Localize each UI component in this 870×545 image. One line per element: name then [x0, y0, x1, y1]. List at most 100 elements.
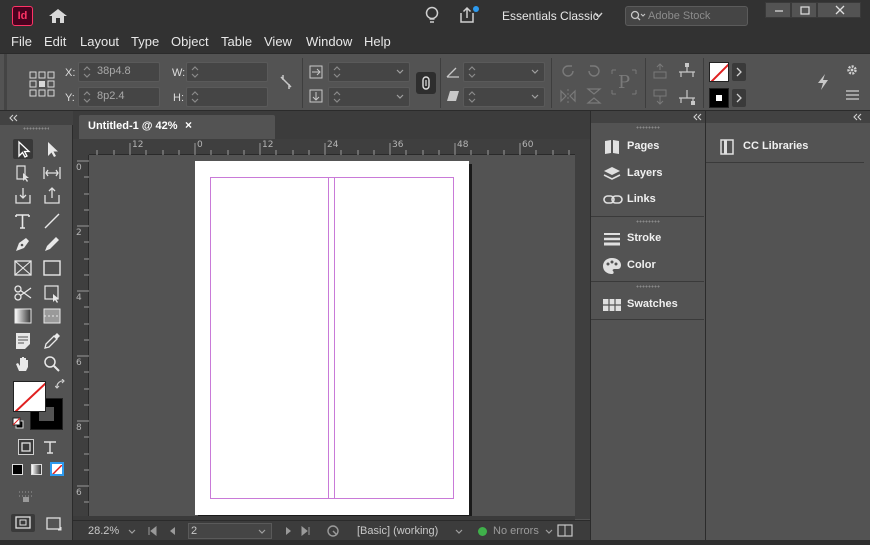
previous-page-icon[interactable]: [168, 526, 178, 536]
select-next-object-icon[interactable]: [677, 88, 697, 106]
ruler-origin[interactable]: [73, 139, 89, 155]
scale-x-percent-dropdown[interactable]: [328, 62, 410, 82]
select-previous-object-icon[interactable]: [677, 62, 697, 80]
free-transform-tool[interactable]: [42, 283, 62, 303]
control-panel-grip[interactable]: [4, 54, 7, 110]
split-layout-icon[interactable]: [557, 524, 573, 537]
rectangle-tool[interactable]: [42, 258, 62, 278]
chevron-down-icon[interactable]: [396, 94, 404, 99]
apply-none-button[interactable]: [50, 462, 64, 476]
chevron-down-icon[interactable]: [531, 94, 539, 99]
h-field[interactable]: [186, 87, 268, 107]
chevron-down-icon[interactable]: [396, 69, 404, 74]
horizontal-ruler[interactable]: 12 0 12 24 36 48 60: [73, 139, 575, 155]
type-tool[interactable]: [13, 211, 33, 231]
fill-color-swatch[interactable]: [13, 381, 46, 412]
zoom-level[interactable]: 28.2%: [88, 525, 119, 537]
collapse-panel-icon[interactable]: [852, 113, 862, 121]
menu-file[interactable]: File: [11, 34, 32, 49]
vertical-ruler[interactable]: 0 2 4 6 8 6: [73, 155, 89, 519]
stroke-swatch[interactable]: [709, 88, 729, 108]
stepper-icon[interactable]: [82, 65, 92, 79]
maximize-button[interactable]: [791, 2, 817, 18]
line-tool[interactable]: [42, 211, 62, 231]
gap-tool[interactable]: [42, 163, 62, 183]
panel-dock-header[interactable]: [591, 111, 705, 123]
panel-grip[interactable]: [636, 285, 660, 288]
open-in-bridge-icon[interactable]: [326, 524, 340, 538]
style-status[interactable]: [Basic] (working): [357, 525, 438, 537]
panel-grip[interactable]: [636, 220, 660, 223]
swap-fill-stroke-icon[interactable]: [55, 379, 67, 391]
apply-gradient-button[interactable]: [31, 464, 42, 475]
chevron-down-icon[interactable]: [455, 529, 463, 534]
panel-item-layers[interactable]: Layers: [591, 161, 704, 187]
view-mode-extras-icon[interactable]: [18, 489, 34, 503]
formatting-container-button[interactable]: [18, 439, 34, 455]
menu-edit[interactable]: Edit: [44, 34, 66, 49]
chevron-down-icon[interactable]: [258, 529, 266, 534]
stroke-swatch-dropdown[interactable]: [732, 89, 746, 107]
collapse-panel-icon[interactable]: [8, 114, 18, 122]
x-field[interactable]: 38p4.8: [78, 62, 160, 82]
quick-apply-icon[interactable]: [816, 73, 830, 91]
formatting-text-icon[interactable]: [42, 439, 58, 455]
stepper-icon[interactable]: [332, 65, 342, 79]
close-tab-button[interactable]: ×: [185, 118, 192, 132]
panel-item-color[interactable]: Color: [591, 253, 704, 279]
workspace-switcher[interactable]: Essentials Classic: [502, 9, 599, 23]
scissors-tool[interactable]: [13, 283, 33, 303]
menu-table[interactable]: Table: [221, 34, 252, 49]
apply-color-button[interactable]: [12, 464, 23, 475]
rotation-angle-dropdown[interactable]: [463, 62, 545, 82]
close-window-button[interactable]: [817, 2, 861, 18]
menu-window[interactable]: Window: [306, 34, 352, 49]
stepper-icon[interactable]: [332, 90, 342, 104]
chevron-down-icon[interactable]: [545, 529, 553, 534]
reference-p-icon[interactable]: P: [610, 68, 638, 96]
adobe-stock-search[interactable]: Adobe Stock: [625, 6, 748, 26]
vertical-scrollbar[interactable]: [575, 139, 590, 519]
content-placer-tool[interactable]: [42, 186, 62, 206]
constrain-proportions-icon[interactable]: [279, 73, 293, 91]
reference-point-icon[interactable]: [29, 71, 55, 97]
toolbox-header[interactable]: [0, 111, 73, 125]
hamburger-menu-icon[interactable]: [846, 90, 859, 100]
stepper-icon[interactable]: [190, 65, 200, 79]
chevron-down-icon[interactable]: [594, 12, 603, 18]
lightbulb-icon[interactable]: [424, 6, 440, 26]
flip-vertical-icon[interactable]: [585, 88, 603, 104]
fill-swatch-dropdown[interactable]: [732, 63, 746, 81]
menu-view[interactable]: View: [264, 34, 292, 49]
document-tab[interactable]: Untitled-1 @ 42% ×: [79, 115, 275, 139]
pen-tool[interactable]: [13, 234, 33, 254]
collapse-panel-icon[interactable]: [692, 113, 702, 121]
document-page[interactable]: [195, 161, 469, 515]
scale-y-percent-dropdown[interactable]: [328, 87, 410, 107]
page-tool[interactable]: [13, 163, 33, 183]
y-field[interactable]: 8p2.4: [78, 87, 160, 107]
libraries-dock-header[interactable]: [706, 111, 870, 123]
panel-item-links[interactable]: Links: [591, 187, 704, 213]
chevron-down-icon[interactable]: [531, 69, 539, 74]
gradient-swatch-tool[interactable]: [13, 306, 33, 326]
toolbox-grip[interactable]: [23, 127, 49, 130]
screen-mode-normal-button[interactable]: [11, 514, 35, 532]
gear-icon[interactable]: [846, 64, 858, 76]
panel-item-pages[interactable]: Pages: [591, 134, 704, 160]
preview-mode-icon[interactable]: [45, 516, 63, 532]
shear-angle-dropdown[interactable]: [463, 87, 545, 107]
pencil-tool[interactable]: [42, 234, 62, 254]
menu-help[interactable]: Help: [364, 34, 391, 49]
content-collector-tool[interactable]: [13, 186, 33, 206]
flip-horizontal-icon[interactable]: [559, 88, 577, 104]
menu-layout[interactable]: Layout: [80, 34, 119, 49]
select-container-icon[interactable]: [651, 62, 669, 80]
zoom-tool[interactable]: [42, 354, 62, 374]
stepper-icon[interactable]: [82, 90, 92, 104]
w-field[interactable]: [186, 62, 268, 82]
rotate-cw-icon[interactable]: [559, 62, 577, 80]
panel-grip[interactable]: [636, 126, 660, 129]
rectangle-frame-tool[interactable]: [13, 258, 33, 278]
panel-item-stroke[interactable]: Stroke: [591, 226, 704, 252]
